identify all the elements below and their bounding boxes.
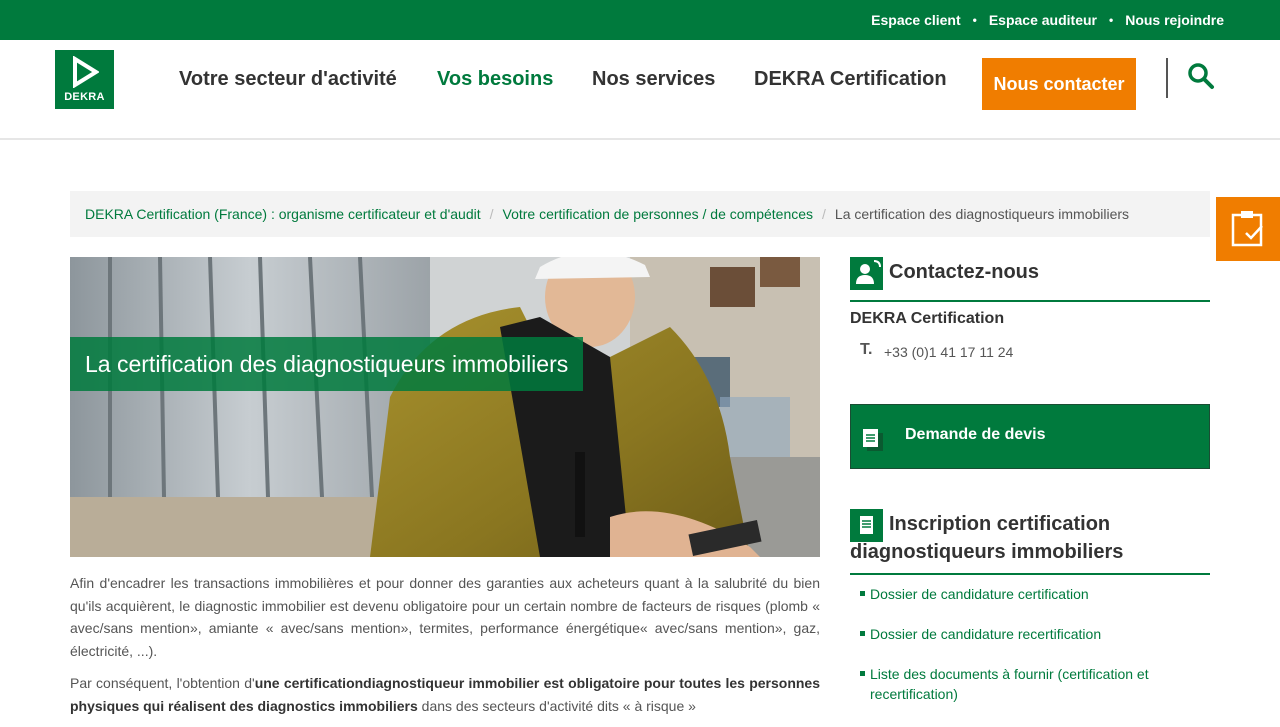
quote-request-button[interactable]: Demande de devis [850, 404, 1210, 469]
breadcrumb-home[interactable]: DEKRA Certification (France) : organisme… [85, 206, 481, 222]
paragraph-text: Par conséquent, l'obtention d' [70, 675, 255, 691]
link-candidature-recertification[interactable]: Dossier de candidature recertification [860, 624, 1210, 644]
inscription-title-line1: Inscription certification [889, 513, 1111, 535]
search-icon[interactable] [1187, 62, 1215, 90]
page-title: La certification des diagnostiqueurs imm… [70, 337, 584, 391]
contact-title: Contactez-nous [889, 261, 1039, 283]
clipboard-check-icon [1231, 211, 1263, 247]
top-bar: Espace client • Espace auditeur • Nous r… [0, 0, 1280, 40]
link-candidature-certification[interactable]: Dossier de candidature certification [860, 584, 1210, 604]
logo-text: DEKRA [64, 91, 105, 103]
contact-person-icon [850, 257, 883, 290]
espace-client-link[interactable]: Espace client [871, 12, 961, 28]
document-icon [863, 429, 883, 451]
main-header: DEKRA Votre secteur d'activité Vos besoi… [0, 40, 1280, 140]
inscription-links: Dossier de candidature certification Dos… [860, 584, 1210, 724]
breadcrumb-separator: / [489, 206, 494, 222]
link-documents-a-fournir[interactable]: Liste des documents à fournir (certifica… [860, 664, 1210, 704]
top-links: Espace client • Espace auditeur • Nous r… [871, 12, 1224, 28]
article-body: Afin d'encadrer les transactions immobil… [70, 572, 820, 727]
espace-auditeur-link[interactable]: Espace auditeur [989, 12, 1097, 28]
nous-rejoindre-link[interactable]: Nous rejoindre [1125, 12, 1224, 28]
breadcrumb-certification-personnes[interactable]: Votre certification de personnes / de co… [503, 206, 814, 222]
dekra-logo-mark-icon [73, 56, 99, 88]
contact-company: DEKRA Certification [850, 310, 1005, 327]
nav-nos-services[interactable]: Nos services [592, 68, 715, 91]
inscription-section-header: Inscription certification diagnostiqueur… [850, 509, 1210, 575]
inscription-title-line2: diagnostiqueurs immobiliers [850, 541, 1124, 563]
nav-vos-besoins[interactable]: Vos besoins [437, 68, 553, 91]
contact-button[interactable]: Nous contacter [982, 58, 1136, 110]
breadcrumb-current: La certification des diagnostiqueurs imm… [834, 206, 1130, 222]
floating-quote-tab[interactable] [1216, 197, 1280, 261]
article-paragraph-1: Afin d'encadrer les transactions immobil… [70, 575, 820, 659]
contact-section-header: Contactez-nous [850, 257, 1210, 302]
document-icon [850, 509, 883, 542]
phone-label: T. [860, 341, 873, 358]
article-paragraph-2: Par conséquent, l'obtention d'une certif… [70, 672, 820, 717]
paragraph-text: dans des secteurs d'activité dits « à ri… [417, 697, 696, 714]
hero-banner: La certification des diagnostiqueurs imm… [70, 257, 820, 557]
hero-image [70, 257, 820, 557]
breadcrumb-separator: / [822, 206, 826, 222]
nav-dekra-certification[interactable]: DEKRA Certification [754, 68, 947, 91]
breadcrumb: DEKRA Certification (France) : organisme… [70, 191, 1210, 237]
header-divider [1166, 58, 1168, 98]
quote-request-label: Demande de devis [905, 426, 1046, 443]
link-separator: • [972, 13, 977, 27]
phone-number[interactable]: +33 (0)1 41 17 11 24 [884, 344, 1013, 360]
link-separator: • [1109, 13, 1114, 27]
nav-secteur-activite[interactable]: Votre secteur d'activité [179, 68, 397, 91]
dekra-logo[interactable]: DEKRA [55, 50, 114, 109]
